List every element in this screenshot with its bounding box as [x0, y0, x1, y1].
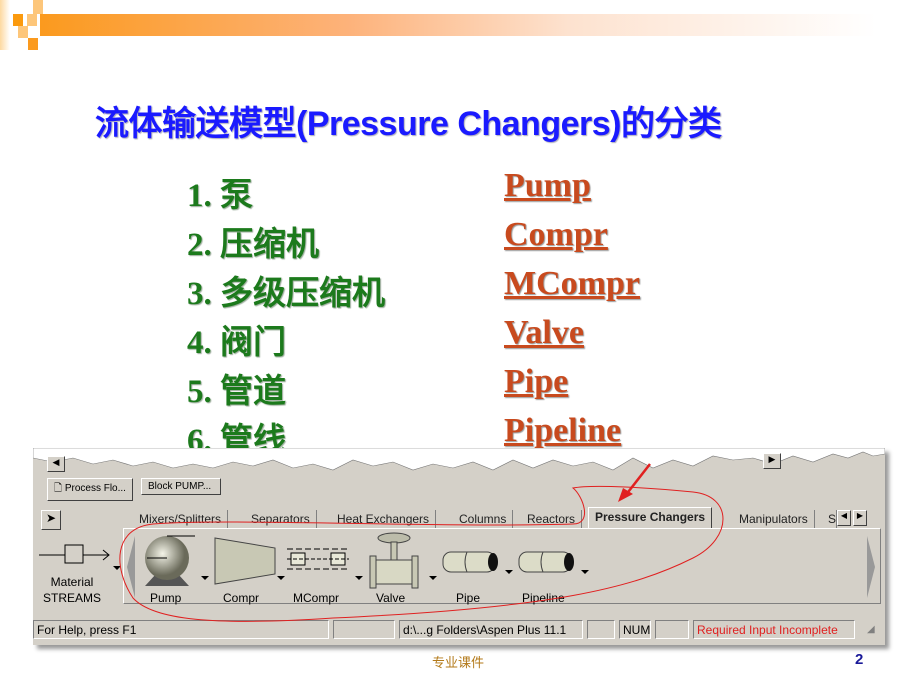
link-valve[interactable]: Valve: [504, 314, 584, 352]
list-item: 3. 多级压缩机: [187, 276, 385, 312]
page-number: 2: [855, 651, 864, 668]
link-compr[interactable]: Compr: [504, 216, 608, 254]
slide-footer: 专业课件: [432, 655, 485, 670]
list-item: 2. 压缩机: [187, 227, 319, 263]
decor-square: [0, 0, 10, 50]
link-mcompr[interactable]: MCompr: [504, 265, 640, 303]
decor-square: [28, 38, 38, 50]
decor-square: [18, 26, 28, 38]
slide-title: 流体输送模型(Pressure Changers)的分类: [95, 105, 722, 143]
decor-square: [33, 0, 43, 14]
decor-square: [13, 14, 23, 26]
list-item: 4. 阀门: [187, 325, 286, 361]
aspen-screenshot: ◀ ▶ 🗋 Process Flo... Block PUMP... ➤ Mix…: [33, 448, 885, 645]
red-annotation: [119, 463, 724, 622]
list-item: 5. 管道: [187, 374, 286, 410]
header-gradient-band: [40, 14, 920, 36]
link-pipe[interactable]: Pipe: [504, 363, 568, 401]
list-item: 1. 泵: [187, 178, 253, 214]
link-pump[interactable]: Pump: [504, 167, 591, 205]
link-pipeline[interactable]: Pipeline: [504, 412, 621, 450]
decor-square: [27, 14, 37, 26]
